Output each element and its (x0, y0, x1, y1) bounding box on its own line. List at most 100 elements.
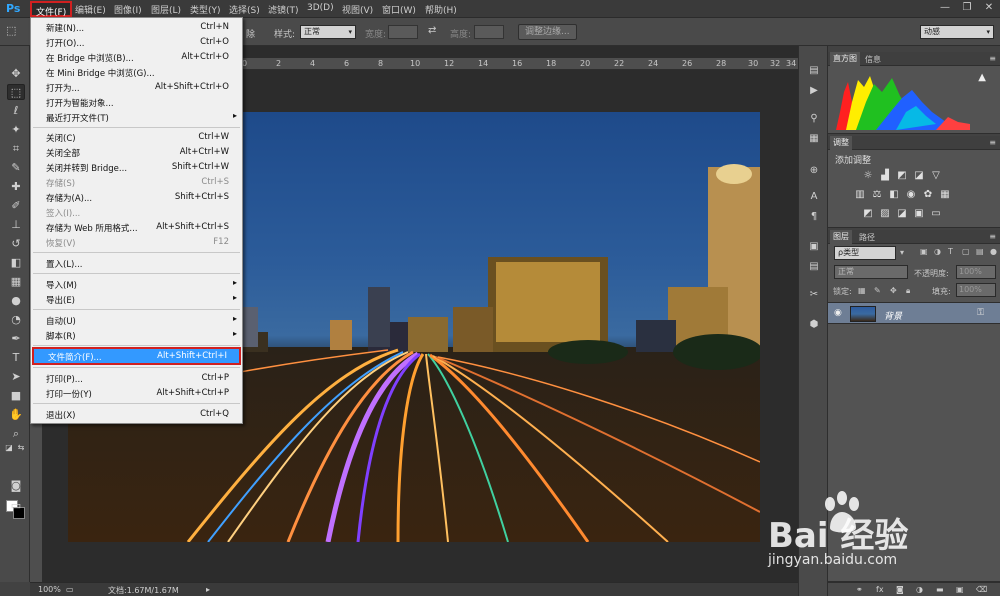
warning-icon[interactable]: ▲ (978, 72, 986, 83)
selective-color-icon[interactable]: ▣ (913, 208, 925, 220)
layer-thumbnail[interactable] (850, 306, 876, 322)
menu-help[interactable]: 帮助(H) (425, 3, 457, 16)
history-icon[interactable]: ▤ (807, 64, 821, 78)
paragraph-icon[interactable]: ¶ (807, 210, 821, 224)
tab-adjustments[interactable]: 调整 (830, 136, 852, 150)
menu-item-recent-files[interactable]: 最近打开文件(T) ▸ (32, 110, 241, 125)
brush-tool-icon[interactable]: ✐ (7, 198, 25, 214)
hand-tool-icon[interactable]: ✋ (7, 407, 25, 423)
menu-item-place[interactable]: 置入(L)... (32, 256, 241, 271)
menu-window[interactable]: 窗口(W) (382, 3, 416, 16)
fill-input[interactable]: 100% (956, 283, 996, 297)
menu-item-open-smart-object[interactable]: 打开为智能对象... (32, 95, 241, 110)
menu-item-open[interactable]: 打开(O)... Ctrl+O (32, 35, 241, 50)
invert-icon[interactable]: ◩ (862, 208, 874, 220)
refine-edge-button[interactable]: 调整边缘... (518, 24, 577, 40)
menu-item-open-as[interactable]: 打开为... Alt+Shift+Ctrl+O (32, 80, 241, 95)
menu-item-save[interactable]: 存储(S) Ctrl+S (32, 175, 241, 190)
swap-icon[interactable]: ⇄ (428, 25, 436, 36)
menu-edit[interactable]: 编辑(E) (75, 3, 106, 16)
channel-mixer-icon[interactable]: ✿ (922, 189, 934, 201)
menu-item-exit[interactable]: 退出(X) Ctrl+Q (32, 407, 241, 422)
gradient-tool-icon[interactable]: ▦ (7, 274, 25, 290)
threshold-icon[interactable]: ◪ (896, 208, 908, 220)
status-menu-arrow-icon[interactable]: ▸ (206, 585, 210, 594)
menu-item-automate[interactable]: 自动(U) ▸ (32, 313, 241, 328)
filter-pixel-icon[interactable]: ▣ (920, 247, 928, 256)
close-button[interactable]: ✕ (978, 0, 1000, 16)
new-adjustment-icon[interactable]: ◑ (916, 585, 923, 594)
crop-tool-icon[interactable]: ⌗ (7, 141, 25, 157)
zoom-level[interactable]: 100% (38, 585, 61, 594)
visibility-eye-icon[interactable]: ◉ (834, 308, 842, 318)
curves-icon[interactable]: ◩ (896, 170, 908, 182)
width-input[interactable] (388, 25, 418, 39)
filter-type-icon[interactable]: T (948, 247, 953, 256)
menu-item-browse-mini-bridge[interactable]: 在 Mini Bridge 中浏览(G)... (32, 65, 241, 80)
tab-paths[interactable]: 路径 (856, 232, 878, 243)
layer-name[interactable]: 背景 (884, 309, 902, 322)
menu-item-file-info[interactable]: 文件简介(F)... Alt+Shift+Ctrl+I (32, 347, 241, 365)
tab-layers[interactable]: 图层 (830, 230, 852, 244)
vibrance-icon[interactable]: ▽ (930, 170, 942, 182)
move-tool-icon[interactable]: ✥ (7, 66, 25, 82)
brush-presets-icon[interactable]: ⚲ (807, 112, 821, 126)
lock-all-icon[interactable]: 🔒︎ (906, 286, 910, 296)
height-input[interactable] (474, 25, 504, 39)
brightness-icon[interactable]: ☼ (862, 170, 874, 182)
brush-panel-icon[interactable]: ▦ (807, 132, 821, 146)
filter-toggle-icon[interactable]: ● (990, 247, 997, 256)
tool-presets-icon[interactable]: ✂ (807, 288, 821, 302)
menu-item-check-in[interactable]: 签入(I)... (32, 205, 241, 220)
hue-saturation-icon[interactable]: ▥ (854, 189, 866, 201)
tab-info[interactable]: 信息 (862, 54, 884, 65)
panel-menu-icon[interactable]: ≡ (989, 54, 996, 63)
dodge-tool-icon[interactable]: ◔ (7, 312, 25, 328)
delete-layer-icon[interactable]: ⌫ (976, 585, 987, 594)
lock-pixels-icon[interactable]: ▦ (858, 286, 866, 295)
lock-position-icon[interactable]: ✥ (890, 286, 897, 295)
type-tool-icon[interactable]: T (7, 350, 25, 366)
blend-mode-select[interactable]: 正常 (834, 265, 908, 279)
3d-icon[interactable]: ⬢ (807, 318, 821, 332)
menu-view[interactable]: 视图(V) (342, 3, 373, 16)
layer-filter-kind-select[interactable]: ρ类型 (834, 246, 896, 260)
menu-item-import[interactable]: 导入(M) ▸ (32, 277, 241, 292)
minimize-button[interactable]: — (934, 0, 956, 16)
add-mask-icon[interactable]: ◙ (896, 585, 904, 594)
menu-item-print[interactable]: 打印(P)... Ctrl+P (32, 371, 241, 386)
rect-marquee-tool-icon[interactable]: ⬚ (7, 84, 25, 100)
menu-item-save-as[interactable]: 存储为(A)... Shift+Ctrl+S (32, 190, 241, 205)
path-selection-tool-icon[interactable]: ➤ (7, 369, 25, 385)
menu-item-close[interactable]: 关闭(C) Ctrl+W (32, 130, 241, 145)
menu-item-export[interactable]: 导出(E) ▸ (32, 292, 241, 307)
style-select[interactable]: 正常 ▾ (300, 25, 356, 39)
notes-icon[interactable]: ▤ (807, 260, 821, 274)
new-layer-icon[interactable]: ▣ (956, 585, 964, 594)
character-icon[interactable]: A (807, 190, 821, 204)
menu-type[interactable]: 类型(Y) (190, 3, 221, 16)
filter-adjust-icon[interactable]: ◑ (934, 247, 941, 256)
lock-image-icon[interactable]: ✎ (874, 286, 881, 295)
marquee-tool-icon[interactable]: ⬚ (6, 24, 16, 37)
black-white-icon[interactable]: ◧ (888, 189, 900, 201)
menu-item-revert[interactable]: 恢复(V) F12 (32, 235, 241, 250)
filter-shape-icon[interactable]: ▢ (962, 247, 970, 256)
filter-smart-icon[interactable]: ▤ (976, 247, 984, 256)
fx-icon[interactable]: fx (876, 585, 884, 594)
swap-colors-icon[interactable]: ⇆ (16, 440, 26, 456)
color-lookup-icon[interactable]: ▦ (939, 189, 951, 201)
restore-button[interactable]: ❐ (956, 0, 978, 16)
rectangle-tool-icon[interactable]: ■ (7, 388, 25, 404)
link-layers-icon[interactable]: ⚭ (856, 585, 863, 594)
menu-image[interactable]: 图像(I) (114, 3, 142, 16)
color-balance-icon[interactable]: ⚖ (871, 189, 883, 201)
pen-tool-icon[interactable]: ✒ (7, 331, 25, 347)
default-colors-icon[interactable]: ◪ (4, 440, 14, 456)
panel-menu-icon[interactable]: ≡ (989, 138, 996, 147)
status-icon[interactable]: ▭ (66, 585, 74, 594)
menu-item-close-all[interactable]: 关闭全部 Alt+Ctrl+W (32, 145, 241, 160)
menu-file[interactable]: 文件(F) (30, 1, 73, 18)
healing-brush-tool-icon[interactable]: ✚ (7, 179, 25, 195)
blur-tool-icon[interactable]: ● (7, 293, 25, 309)
